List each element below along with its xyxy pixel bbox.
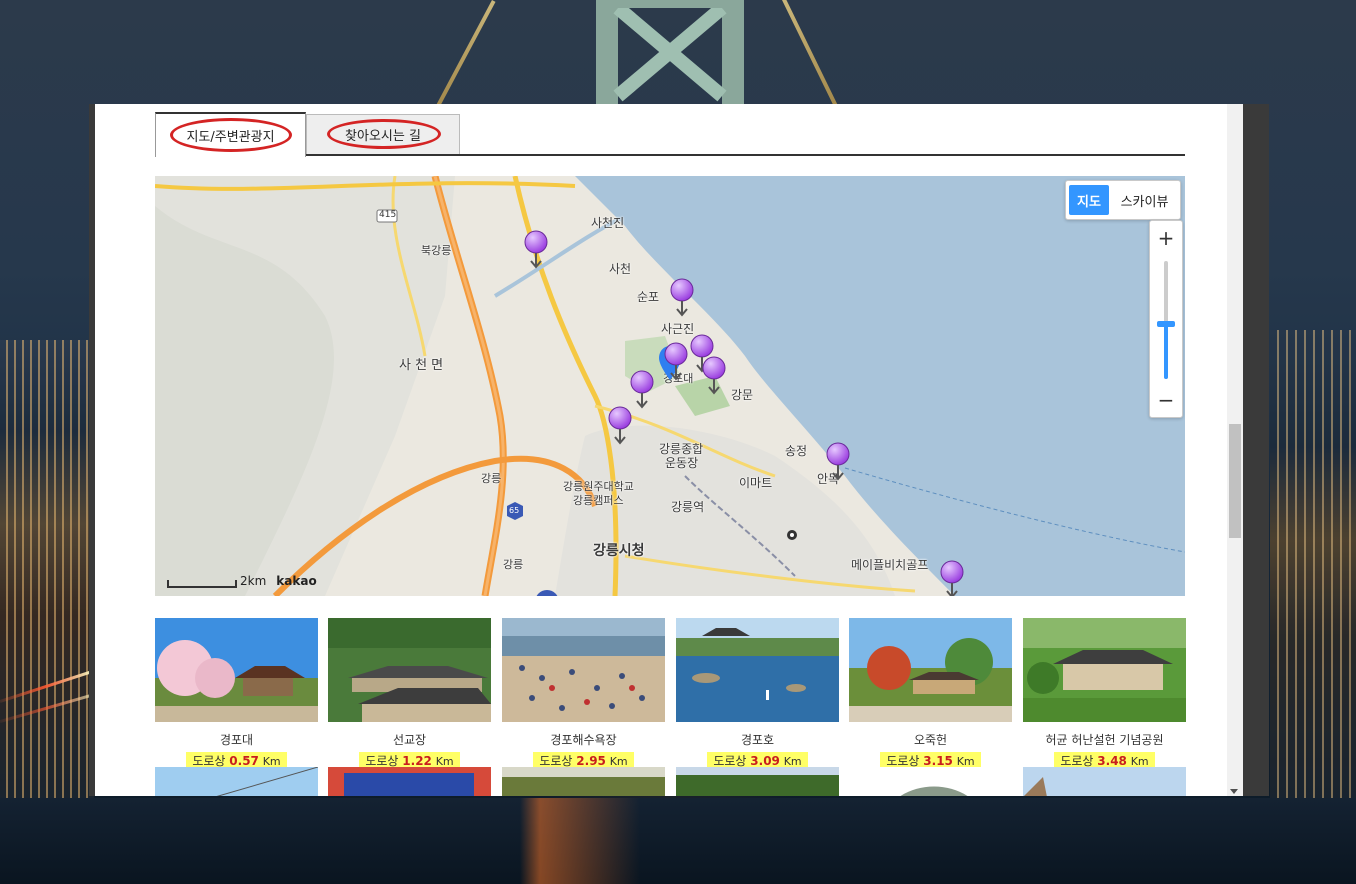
map-pin-icon[interactable] — [663, 342, 689, 382]
map-label-sunpo: 순포 — [637, 290, 660, 304]
map-label-station: 강릉역 — [671, 500, 705, 514]
map-label-gangmun: 강문 — [731, 388, 754, 402]
zoom-slider-fill — [1164, 325, 1168, 379]
map-label-sacheonjin: 사천진 — [591, 216, 625, 230]
attraction-card[interactable]: 허균 허난설헌 기념공원 도로상 3.48 Km — [1023, 618, 1186, 771]
map-label-city-hall: 강릉시청 — [593, 543, 645, 559]
map-label-emart: 이마트 — [739, 476, 773, 490]
attraction-photo[interactable] — [676, 618, 839, 722]
tab-directions[interactable]: 찾아오시는 길 — [306, 114, 460, 154]
tab-map-attractions[interactable]: 지도/주변관광지 — [155, 112, 306, 157]
zoom-in-button[interactable]: + — [1150, 223, 1182, 253]
map-pin-icon[interactable] — [701, 356, 727, 396]
tab-label: 찾아오시는 길 — [345, 129, 421, 144]
map-label-gangneung-ic: 강릉 — [481, 472, 502, 485]
attraction-photo[interactable] — [328, 767, 491, 796]
attraction-name: 선교장 — [392, 733, 427, 747]
bridge-tower — [596, 0, 744, 104]
skyview-button[interactable]: 스카이뷰 — [1109, 191, 1180, 210]
attraction-photo[interactable] — [155, 767, 318, 796]
attraction-photo[interactable] — [1023, 618, 1186, 722]
attraction-card[interactable] — [676, 767, 839, 796]
map-label-sacheon: 사천 — [609, 262, 632, 276]
attraction-card[interactable]: 경포대 도로상 0.57 Km — [155, 618, 318, 771]
attraction-name: 경포호 — [740, 733, 775, 747]
kakao-logo: kakao — [276, 574, 317, 588]
zoom-out-button[interactable]: − — [1150, 385, 1182, 415]
attraction-photo[interactable] — [502, 618, 665, 722]
map-label-route-65: 65 — [509, 506, 520, 515]
map-label-stadium-sub: 운동장 — [665, 456, 699, 470]
attraction-photo[interactable] — [676, 767, 839, 796]
water-reflection — [0, 798, 1356, 884]
attraction-photo[interactable] — [155, 618, 318, 722]
map-pin-icon[interactable] — [669, 278, 695, 318]
browser-window: 지도/주변관광지 찾아오시는 길 사천진 사천 순포 사근진 북강릉 사 천 면… — [89, 104, 1269, 796]
attraction-photo[interactable] — [849, 767, 1012, 796]
attraction-card[interactable] — [328, 767, 491, 796]
attraction-card[interactable]: 선교장 도로상 1.22 Km — [328, 618, 491, 771]
attraction-card[interactable]: 경포해수욕장 도로상 2.95 Km — [502, 618, 665, 771]
zoom-slider-handle[interactable] — [1157, 321, 1175, 327]
map-pin-icon[interactable] — [825, 442, 851, 482]
map-label-route-415: 415 — [379, 210, 397, 220]
map-label-songjeong: 송정 — [785, 444, 808, 458]
attraction-card[interactable]: 오죽헌 도로상 3.15 Km — [849, 618, 1012, 771]
tab-label: 지도/주변관광지 — [186, 130, 275, 145]
city-lights-right — [1270, 330, 1356, 800]
city-lights-left — [0, 340, 94, 800]
map-label-university-campus: 강릉캠퍼스 — [573, 494, 624, 507]
map-pin-icon[interactable] — [523, 230, 549, 270]
scale-label: 2km — [240, 574, 267, 588]
attraction-name: 허균 허난설헌 기념공원 — [1045, 733, 1164, 747]
scroll-down-arrow-icon[interactable] — [1230, 789, 1238, 794]
attraction-photo[interactable] — [328, 618, 491, 722]
attraction-card[interactable] — [849, 767, 1012, 796]
tab-bar: 지도/주변관광지 찾아오시는 길 — [155, 110, 1185, 157]
map-pin-icon[interactable] — [607, 406, 633, 446]
map-label-sacheon-myeon: 사 천 면 — [399, 358, 444, 373]
attraction-card[interactable] — [155, 767, 318, 796]
map-type-control: 지도 스카이뷰 — [1065, 180, 1181, 220]
map-type-button[interactable]: 지도 — [1069, 185, 1109, 215]
zoom-control: + − — [1149, 220, 1183, 418]
attraction-card[interactable]: 경포호 도로상 3.09 Km — [676, 618, 839, 771]
attraction-photo[interactable] — [849, 618, 1012, 722]
map-scale: 2km kakao — [167, 574, 317, 588]
attraction-photo[interactable] — [1023, 767, 1186, 796]
attraction-name: 경포해수욕장 — [550, 733, 617, 747]
attraction-name: 경포대 — [219, 733, 254, 747]
page-content: 지도/주변관광지 찾아오시는 길 사천진 사천 순포 사근진 북강릉 사 천 면… — [95, 104, 1227, 796]
attraction-card[interactable] — [502, 767, 665, 796]
map-label-golf: 메이플비치골프 — [851, 558, 929, 572]
attraction-photo[interactable] — [502, 767, 665, 796]
map-pin-icon[interactable] — [939, 560, 965, 596]
attraction-name: 오죽헌 — [913, 733, 948, 747]
attraction-card[interactable] — [1023, 767, 1186, 796]
scrollbar-thumb[interactable] — [1229, 424, 1241, 538]
map-canvas[interactable] — [155, 176, 1185, 596]
map-label-bukgangneung: 북강릉 — [421, 244, 452, 257]
map-label-gangneung-ic-south: 강릉 — [503, 558, 524, 571]
scale-bar — [167, 580, 237, 588]
map-view[interactable]: 사천진 사천 순포 사근진 북강릉 사 천 면 경포대 강문 송정 안목 강릉종… — [155, 176, 1185, 596]
vertical-scrollbar[interactable] — [1227, 104, 1243, 796]
map-pin-icon[interactable] — [629, 370, 655, 410]
